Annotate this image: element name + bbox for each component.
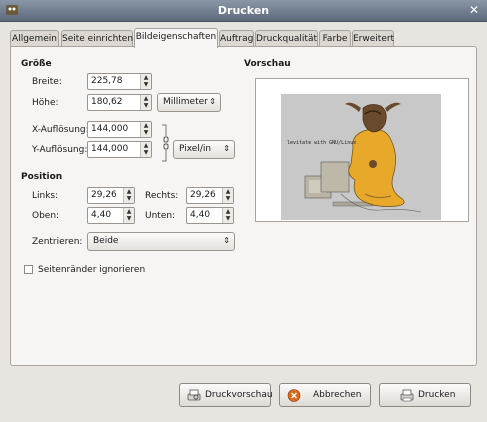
- y-resolution-stepper[interactable]: ▲ ▼: [140, 142, 151, 157]
- top-spinbox[interactable]: 4,40 ▲ ▼: [87, 207, 135, 224]
- y-resolution-value: 144,000: [91, 144, 129, 154]
- center-label: Zentrieren:: [32, 237, 83, 247]
- chain-link-icon[interactable]: [161, 124, 171, 162]
- x-resolution-label: X-Auflösung:: [32, 125, 89, 135]
- tab-auftrag[interactable]: Auftrag: [219, 30, 254, 46]
- print-preview-button[interactable]: Druckvorschau: [179, 383, 273, 407]
- preview-heading: Vorschau: [244, 59, 291, 69]
- printer-icon: [400, 389, 414, 402]
- size-heading: Größe: [21, 59, 52, 69]
- left-spinbox[interactable]: 29,26 ▲ ▼: [87, 187, 135, 204]
- bottom-stepper[interactable]: ▲ ▼: [222, 208, 233, 223]
- right-spinbox[interactable]: 29,26 ▲ ▼: [186, 187, 234, 204]
- y-resolution-label: Y-Auflösung:: [32, 145, 88, 155]
- cancel-icon: [287, 389, 301, 402]
- bottom-label: Unten:: [145, 211, 176, 221]
- bottom-value: 4,40: [190, 210, 211, 220]
- top-stepper[interactable]: ▲ ▼: [123, 208, 134, 223]
- preview-caption: levitate with GNU/Linux: [287, 140, 356, 146]
- ignore-margins-checkbox[interactable]: [24, 265, 33, 274]
- left-stepper[interactable]: ▲ ▼: [123, 188, 134, 203]
- chevron-updown-icon: ⇕: [209, 97, 216, 106]
- cancel-label: Abbrechen: [313, 390, 362, 400]
- right-stepper[interactable]: ▲ ▼: [222, 188, 233, 203]
- x-resolution-value: 144,000: [91, 124, 129, 134]
- window-title: Drucken: [217, 4, 270, 17]
- preview-image: levitate with GNU/Linux: [281, 94, 441, 220]
- x-resolution-stepper[interactable]: ▲ ▼: [140, 122, 151, 137]
- y-resolution-spinbox[interactable]: 144,000 ▲ ▼: [87, 141, 152, 158]
- close-icon[interactable]: ✕: [467, 3, 481, 17]
- title-bar: Drucken ✕: [0, 0, 487, 22]
- tab-erweitert[interactable]: Erweitert: [352, 30, 394, 46]
- left-value: 29,26: [91, 190, 117, 200]
- gnu-mascot-illustration: levitate with GNU/Linux: [281, 94, 441, 220]
- print-button[interactable]: Drucken: [379, 383, 471, 407]
- center-value: Beide: [93, 236, 119, 246]
- preview-area: levitate with GNU/Linux: [255, 78, 469, 222]
- image-settings-panel: Größe Breite: 225,78 ▲ ▼ Höhe: 180,62 ▲ ▼ …: [10, 46, 477, 366]
- width-stepper[interactable]: ▲ ▼: [140, 74, 151, 89]
- unit-combo[interactable]: Millimeter ⇕: [157, 93, 221, 112]
- height-stepper[interactable]: ▲ ▼: [140, 95, 151, 110]
- position-heading: Position: [21, 172, 63, 182]
- tab-seite-einrichten[interactable]: Seite einrichten: [61, 30, 133, 46]
- resolution-unit-value: Pixel/in: [179, 144, 212, 154]
- tab-bildeigenschaften[interactable]: Bildeigenschaften: [134, 28, 218, 48]
- tab-farbe[interactable]: Farbe: [319, 30, 351, 46]
- height-value: 180,62: [91, 97, 123, 107]
- width-value: 225,78: [91, 76, 123, 86]
- left-label: Links:: [32, 191, 59, 201]
- center-combo[interactable]: Beide ⇕: [87, 232, 235, 251]
- tab-allgemein[interactable]: Allgemein: [10, 30, 59, 46]
- resolution-unit-combo[interactable]: Pixel/in ⇕: [173, 140, 235, 159]
- unit-value: Millimeter: [163, 97, 208, 107]
- tab-druckqualitaet[interactable]: Druckqualität: [255, 30, 318, 46]
- height-spinbox[interactable]: 180,62 ▲ ▼: [87, 94, 152, 111]
- x-resolution-spinbox[interactable]: 144,000 ▲ ▼: [87, 121, 152, 138]
- width-spinbox[interactable]: 225,78 ▲ ▼: [87, 73, 152, 90]
- width-label: Breite:: [32, 77, 62, 87]
- chevron-updown-icon: ⇕: [223, 144, 230, 153]
- right-label: Rechts:: [145, 191, 179, 201]
- bottom-spinbox[interactable]: 4,40 ▲ ▼: [186, 207, 234, 224]
- height-label: Höhe:: [32, 98, 59, 108]
- print-preview-icon: [187, 389, 201, 401]
- right-value: 29,26: [190, 190, 216, 200]
- chevron-updown-icon: ⇕: [223, 236, 230, 245]
- print-label: Drucken: [418, 390, 456, 400]
- ignore-margins-label: Seitenränder ignorieren: [38, 265, 146, 275]
- cancel-button[interactable]: Abbrechen: [279, 383, 371, 407]
- top-label: Oben:: [32, 211, 60, 221]
- top-value: 4,40: [91, 210, 112, 220]
- print-preview-label: Druckvorschau: [205, 390, 273, 400]
